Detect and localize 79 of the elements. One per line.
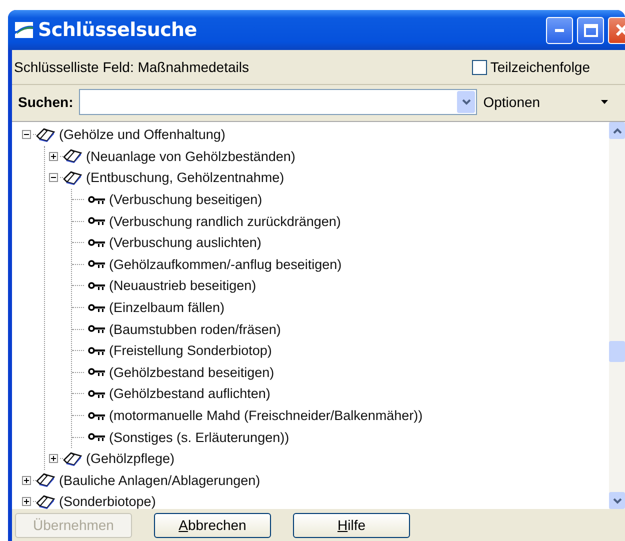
tree-item[interactable]: (motormanuelle Mahd (Freischneider/Balkenmäher)) xyxy=(72,404,609,426)
minimize-button[interactable] xyxy=(546,16,573,44)
tree-item-label: (Neuaustrieb beseitigen) xyxy=(109,278,256,294)
tree-item-label: (Sonstiges (s. Erläuterungen)) xyxy=(109,430,290,445)
key-icon xyxy=(88,238,106,247)
tree-item[interactable]: (Baumstubben roden/fräsen) xyxy=(72,318,609,340)
tree-item[interactable]: (Entbuschung, Gehölzentnahme) xyxy=(45,167,609,189)
tree-item-label: (Gehölze und Offenhaltung) xyxy=(59,127,226,142)
tree-item[interactable]: (Sonderbiotope) xyxy=(18,491,609,509)
key-icon xyxy=(88,390,106,398)
scroll-down-icon[interactable] xyxy=(612,498,622,504)
key-icon xyxy=(88,196,106,204)
key-icon xyxy=(88,346,106,355)
tree-item-label: (motormanuelle Mahd (Freischneider/Balkenmäher)) xyxy=(109,408,423,424)
minimize-icon xyxy=(555,28,564,32)
dialog-button[interactable]: Abbrechen xyxy=(154,512,271,538)
search-label: Suchen: xyxy=(18,94,74,110)
tree-item[interactable]: (Gehölzaufkommen/-anflug beseitigen) xyxy=(72,254,609,276)
tree-item[interactable]: (Gehölzbestand auflichten) xyxy=(72,383,609,405)
expand-icon[interactable] xyxy=(49,152,58,161)
tree-item-label: (Freistellung Sonderbiotop) xyxy=(109,343,272,358)
expand-icon[interactable] xyxy=(22,476,31,485)
tree-item-label: (Entbuschung, Gehölzentnahme) xyxy=(86,170,284,186)
key-icon xyxy=(88,412,106,420)
options-menu[interactable]: Optionen xyxy=(483,94,612,110)
key-icon xyxy=(88,282,106,290)
tree-item[interactable]: (Bauliche Anlagen/Ablagerungen) xyxy=(18,470,609,492)
close-icon xyxy=(614,23,625,37)
tree-item-label: (Baumstubben roden/fräsen) xyxy=(109,322,281,337)
tree-item[interactable]: (Verbuschung auslichten) xyxy=(72,232,609,254)
dropdown-icon[interactable] xyxy=(457,91,476,113)
tree-item-label: (Verbuschung beseitigen) xyxy=(109,192,262,208)
key-icon xyxy=(88,304,106,312)
tree-item-label: (Bauliche Anlagen/Ablagerungen) xyxy=(59,472,260,488)
tree-item-label: (Einzelbaum fällen) xyxy=(109,300,225,316)
maximize-icon xyxy=(584,24,598,36)
tree-item[interactable]: (Neuanlage von Gehölzbeständen) xyxy=(45,146,609,168)
collapse-icon[interactable] xyxy=(22,130,31,140)
tree-item[interactable]: (Freistellung Sonderbiotop) xyxy=(72,340,609,362)
key-icon xyxy=(88,325,106,334)
book-icon xyxy=(36,128,56,142)
scrollbar[interactable] xyxy=(609,122,625,509)
book-icon xyxy=(63,452,83,466)
search-field[interactable] xyxy=(79,89,478,115)
key-list-label: Schlüsselliste Feld: Maßnahmedetails xyxy=(14,59,250,75)
tree-item-label: (Gehölzbestand auflichten) xyxy=(109,386,270,402)
tree-item[interactable]: (Verbuschung randlich zurückdrängen) xyxy=(72,210,609,232)
book-icon xyxy=(63,170,83,185)
tree-item-label: (Verbuschung auslichten) xyxy=(109,235,262,250)
tree-item[interactable]: (Gehölzbestand beseitigen) xyxy=(72,362,609,384)
key-icon xyxy=(88,217,106,226)
key-icon xyxy=(88,260,106,268)
tree-item[interactable]: (Einzelbaum fällen) xyxy=(72,296,609,318)
tree-item[interactable]: (Gehölzpflege) xyxy=(45,448,609,470)
window-title: Schlüsselsuche xyxy=(38,19,198,41)
tree-item-label: (Neuanlage von Gehölzbeständen) xyxy=(86,148,296,164)
tree-item[interactable]: (Neuaustrieb beseitigen) xyxy=(72,275,609,297)
expand-icon[interactable] xyxy=(22,497,31,506)
key-icon xyxy=(88,433,106,442)
maximize-button[interactable] xyxy=(577,16,604,44)
scroll-thumb[interactable] xyxy=(609,341,625,362)
expand-icon[interactable] xyxy=(49,454,58,464)
tree-item[interactable]: (Verbuschung beseitigen) xyxy=(72,188,609,210)
dialog-button[interactable]: Hilfe xyxy=(293,512,410,538)
tree-item-label: (Gehölzpflege) xyxy=(86,451,175,466)
tree-item[interactable]: (Gehölze und Offenhaltung) xyxy=(18,124,609,146)
caret-icon xyxy=(601,100,608,104)
tree-item[interactable]: (Sonstiges (s. Erläuterungen)) xyxy=(72,426,609,448)
collapse-icon[interactable] xyxy=(49,173,58,182)
tree-item-label: (Gehölzaufkommen/-anflug beseitigen) xyxy=(109,256,342,272)
tree-item-label: (Verbuschung randlich zurückdrängen) xyxy=(109,214,341,229)
book-icon xyxy=(36,473,56,488)
book-icon xyxy=(63,149,83,164)
key-icon xyxy=(88,368,106,376)
app-logo-icon xyxy=(14,21,34,39)
scroll-up-icon[interactable] xyxy=(612,128,622,134)
tree-item-label: (Sonderbiotope) xyxy=(59,494,156,509)
substring-checkbox[interactable]: Teilzeichenfolge xyxy=(472,59,590,75)
tree-item-label: (Gehölzbestand beseitigen) xyxy=(109,364,274,380)
